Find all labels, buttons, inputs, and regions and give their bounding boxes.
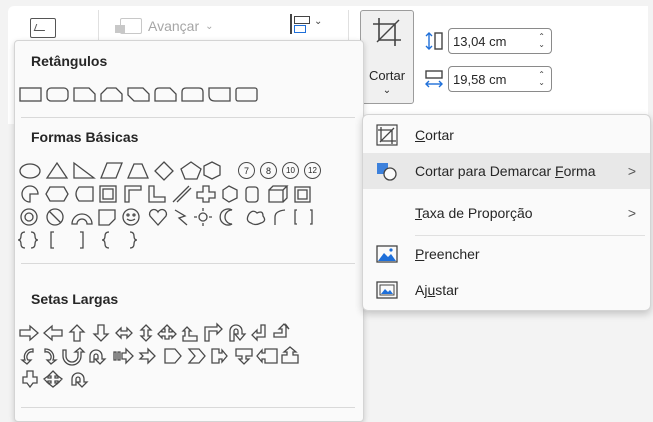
fit-picture-icon <box>376 281 398 299</box>
picture-icon[interactable] <box>30 18 56 38</box>
crop-menu: Cortar Cortar para Demarcar Forma > Taxa… <box>362 114 651 311</box>
menu-item-fit[interactable]: Ajustar <box>363 272 650 308</box>
menu-item-fill[interactable]: Preencher <box>363 236 650 272</box>
basic-shapes-3[interactable] <box>19 207 359 227</box>
menu-item-label: Taxa de Proporção <box>415 205 533 221</box>
align-icon <box>290 14 292 34</box>
aspect-ratio-spacer <box>375 202 399 224</box>
section-title-rectangles: Retângulos <box>31 53 108 69</box>
shapes-gallery: Retângulos Formas Básicas 7 8 10 12 Seta… <box>14 40 364 422</box>
menu-item-aspect-ratio[interactable]: Taxa de Proporção > <box>363 195 650 231</box>
height-value: 13,04 cm <box>453 33 507 49</box>
section-title-basic-shapes: Formas Básicas <box>31 129 139 145</box>
section-title-block-arrows: Setas Largas <box>31 291 119 307</box>
numbered-shapes: 7 8 10 12 <box>238 162 321 179</box>
menu-item-label: Cortar para Demarcar Forma <box>415 163 596 179</box>
spinner-arrows-icon[interactable]: ⌃ ⌄ <box>538 71 545 87</box>
crop-button[interactable]: Cortar ⌄ <box>360 10 414 104</box>
menu-item-label: Cortar <box>415 127 454 143</box>
height-row: 13,04 cm ⌃ ⌄ <box>424 28 552 54</box>
section-divider <box>21 117 355 118</box>
bring-forward-label: Avançar <box>148 18 200 34</box>
number-shape[interactable]: 8 <box>260 162 277 179</box>
width-row: 19,58 cm ⌃ ⌄ <box>424 66 552 92</box>
chevron-right-icon: > <box>627 163 636 179</box>
number-shape[interactable]: 7 <box>238 162 255 179</box>
align-button[interactable]: ⌄ <box>290 14 330 34</box>
menu-item-label: Preencher <box>415 246 480 262</box>
crop-icon <box>373 18 401 46</box>
crop-to-shape-icon <box>377 163 397 181</box>
number-shape[interactable]: 10 <box>282 162 299 179</box>
bring-forward-icon <box>115 18 142 34</box>
fill-picture-icon <box>376 245 398 263</box>
align-bar-icon <box>294 16 310 24</box>
section-divider <box>21 407 355 408</box>
section-divider <box>21 263 355 264</box>
chevron-down-icon: ⌄ <box>382 85 392 96</box>
width-field[interactable]: 19,58 cm ⌃ ⌄ <box>448 66 552 92</box>
basic-shapes-2[interactable] <box>19 184 359 204</box>
menu-item-crop-to-shape[interactable]: Cortar para Demarcar Forma > <box>363 153 650 189</box>
basic-shapes-4[interactable] <box>17 230 359 250</box>
width-value: 19,58 cm <box>453 71 507 87</box>
block-arrows-3[interactable] <box>19 369 359 389</box>
block-arrows-2[interactable] <box>19 346 359 366</box>
menu-item-label: Ajustar <box>415 282 459 298</box>
block-arrows-1[interactable] <box>19 322 359 343</box>
chevron-down-icon: ⌄ <box>314 16 323 27</box>
spinner-arrows-icon[interactable]: ⌃ ⌄ <box>538 33 545 49</box>
crop-icon <box>376 124 398 146</box>
bring-forward-button[interactable]: Avançar ⌄ <box>115 18 214 34</box>
rectangle-shapes[interactable] <box>19 85 359 105</box>
chevron-right-icon: > <box>627 205 636 221</box>
chevron-down-icon: ⌄ <box>205 20 214 32</box>
crop-label: Cortar <box>368 68 406 83</box>
number-shape[interactable]: 12 <box>304 162 321 179</box>
height-field[interactable]: 13,04 cm ⌃ ⌄ <box>448 28 552 54</box>
height-icon <box>425 32 443 50</box>
width-icon <box>425 70 443 88</box>
menu-item-crop[interactable]: Cortar <box>363 117 650 153</box>
align-bar-icon <box>294 25 306 33</box>
